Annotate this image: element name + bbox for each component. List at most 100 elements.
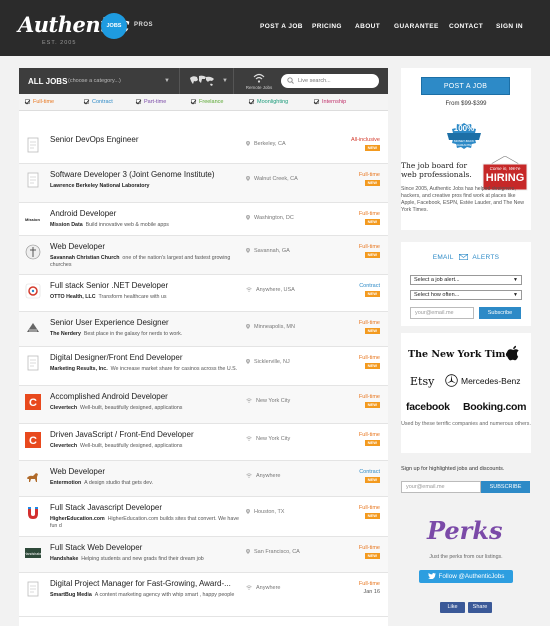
checkbox[interactable] [191,99,196,104]
job-title[interactable]: Full stack Senior .NET Developer [50,281,168,290]
type-filter-internship[interactable]: Internship [314,99,346,107]
post-a-job-button[interactable]: POST A JOB [421,77,510,95]
job-row[interactable]: Digital Project Manager for Fast-Growing… [19,573,388,617]
job-type: Full-time [358,581,380,587]
filter-bar: ALL JOBS (choose a category...) ▼ ▼ Remo… [19,68,388,94]
job-listing-panel: ALL JOBS (choose a category...) ▼ ▼ Remo… [19,68,388,626]
alert-subscribe-button[interactable]: Subscribe [479,307,521,319]
new-badge: NEW [364,252,380,258]
location-text: Walnut Creek, CA [254,176,298,182]
job-type: Full-time [358,211,380,217]
price-range: From $99-$399 [445,101,487,107]
job-row[interactable]: Digital Designer/Front End Developer Mark… [19,347,388,386]
nav-sign-in[interactable]: SIGN IN [496,23,523,33]
company-logo-icon [25,172,41,188]
facebook-share-button[interactable]: Share [468,602,492,613]
job-alert-select[interactable]: Select a job alert... ▼ [410,275,522,285]
job-row[interactable]: Full Stack Javascript Developer HigherEdu… [19,497,388,537]
checkbox[interactable] [249,99,254,104]
job-title[interactable]: Accomplished Android Developer [50,392,168,401]
company-name: Clevertech [50,405,78,411]
checkbox[interactable] [314,99,319,104]
job-title[interactable]: Full Stack Web Developer [50,543,142,552]
perks-logo[interactable]: Perks [427,516,502,545]
nav-guarantee[interactable]: GUARANTEE [394,23,439,33]
job-location: New York City [246,398,290,404]
alert-email-input[interactable]: your@email.me [410,307,474,319]
job-row[interactable]: Full stack Senior .NET Developer OTTO Hea… [19,275,388,312]
location-text: Houston, TX [254,509,285,515]
job-title[interactable]: Software Developer 3 (Joint Genome Insti… [50,170,215,179]
checkbox[interactable] [84,99,89,104]
job-company-desc: Lawrence Berkeley National Laboratory [50,183,240,190]
hiring-sign-main: HIRING [485,172,525,184]
job-location: Anywhere [246,473,280,479]
pros-link[interactable]: PROS [134,22,153,28]
search-input[interactable] [298,76,374,86]
live-search[interactable] [281,74,379,88]
job-row[interactable]: Software Developer 3 (Joint Genome Insti… [19,164,388,203]
job-title[interactable]: Web Developer [50,242,105,251]
job-title[interactable]: Digital Designer/Front End Developer [50,353,183,362]
job-company-desc [50,148,240,155]
mercedes-logo-icon [445,374,458,387]
checkbox[interactable] [25,99,30,104]
job-title[interactable]: Android Developer [50,209,116,218]
company-name: Clevertech [50,443,78,449]
signup-email-input[interactable]: your@email.me [401,481,481,493]
seal-percent: 100% [453,124,475,133]
company-logo-icon [25,581,41,597]
job-title[interactable]: Digital Project Manager for Fast-Growing… [50,579,231,588]
job-row[interactable]: Mission Data Android Developer Mission Dat… [19,203,388,236]
location-text: Savannah, GA [254,248,290,254]
type-filter-moonlighting[interactable]: Moonlighting [249,99,288,107]
like-label: Like [447,604,458,610]
job-title[interactable]: Senior DevOps Engineer [50,135,139,144]
job-row[interactable]: C Accomplished Android Developer Clevertec… [19,386,388,424]
company-name: SmartBug Media [50,592,92,598]
jobs-badge[interactable]: JOBS [101,13,127,39]
chevron-down-icon[interactable]: ▼ [164,78,170,84]
job-title[interactable]: Web Developer [50,467,105,476]
nav-contact[interactable]: CONTACT [449,23,483,33]
world-map-icon[interactable] [188,74,216,88]
remote-jobs-toggle[interactable]: Remote Jobs [241,73,277,91]
job-type: Full-time [358,320,380,326]
trusted-companies-box: The New York Times Etsy Mercedes-Benz fa… [401,333,531,453]
nav-post-a-job[interactable]: POST A JOB [260,23,303,33]
job-row[interactable]: Senior User Experience Designer The Nerde… [19,312,388,347]
company-desc: Helping students and new grads find thei… [81,556,204,562]
perks-caption: Just the perks from our listings. [429,554,503,560]
job-date: Jan 16 [363,589,380,595]
signup-subscribe-button[interactable]: SUBSCRIBE [481,481,530,493]
type-filter-part-time[interactable]: Part-time [136,99,166,107]
company-name: Handshake [50,556,79,562]
job-title[interactable]: Senior User Experience Designer [50,318,169,327]
hiring-sign-top: Come in, We're [489,166,521,171]
nav-about[interactable]: ABOUT [355,23,380,33]
checkbox[interactable] [136,99,141,104]
job-row[interactable]: C Driven JavaScript / Front-End Developer… [19,424,388,461]
job-title[interactable]: Full Stack Javascript Developer [50,503,162,512]
svg-text:C: C [29,397,37,409]
tagline: The job board for web professionals. [401,161,472,179]
twitter-bird-icon [427,573,436,580]
type-filter-full-time[interactable]: Full-time [25,99,54,107]
type-filter-contract[interactable]: Contract [84,99,113,107]
job-row[interactable]: Handshake Full Stack Web Developer Handsha… [19,537,388,573]
job-company-desc: Clevertech Well-built, beautifully desig… [50,443,240,450]
job-title[interactable]: Driven JavaScript / Front-End Developer [50,430,194,439]
category-select[interactable]: (choose a category...) [68,78,121,84]
type-filter-freelance[interactable]: Freelance [191,99,223,107]
job-row[interactable]: Senior DevOps Engineer Berkeley, CA All-i… [19,129,388,164]
chevron-down-icon[interactable]: ▼ [222,78,228,84]
location-text: Minneapolis, MN [254,324,295,330]
facebook-like-button[interactable]: Like [440,602,465,613]
company-name: OTTO Health, LLC [50,294,96,300]
job-row[interactable]: Web Developer Entermotion A design studio… [19,461,388,497]
new-badge: NEW [364,363,380,369]
job-row[interactable]: Web Developer Savannah Christian Church o… [19,236,388,275]
twitter-follow-button[interactable]: Follow @AuthenticJobs [419,570,513,583]
nav-pricing[interactable]: PRICING [312,23,342,33]
frequency-select[interactable]: Select how often... ▼ [410,290,522,300]
